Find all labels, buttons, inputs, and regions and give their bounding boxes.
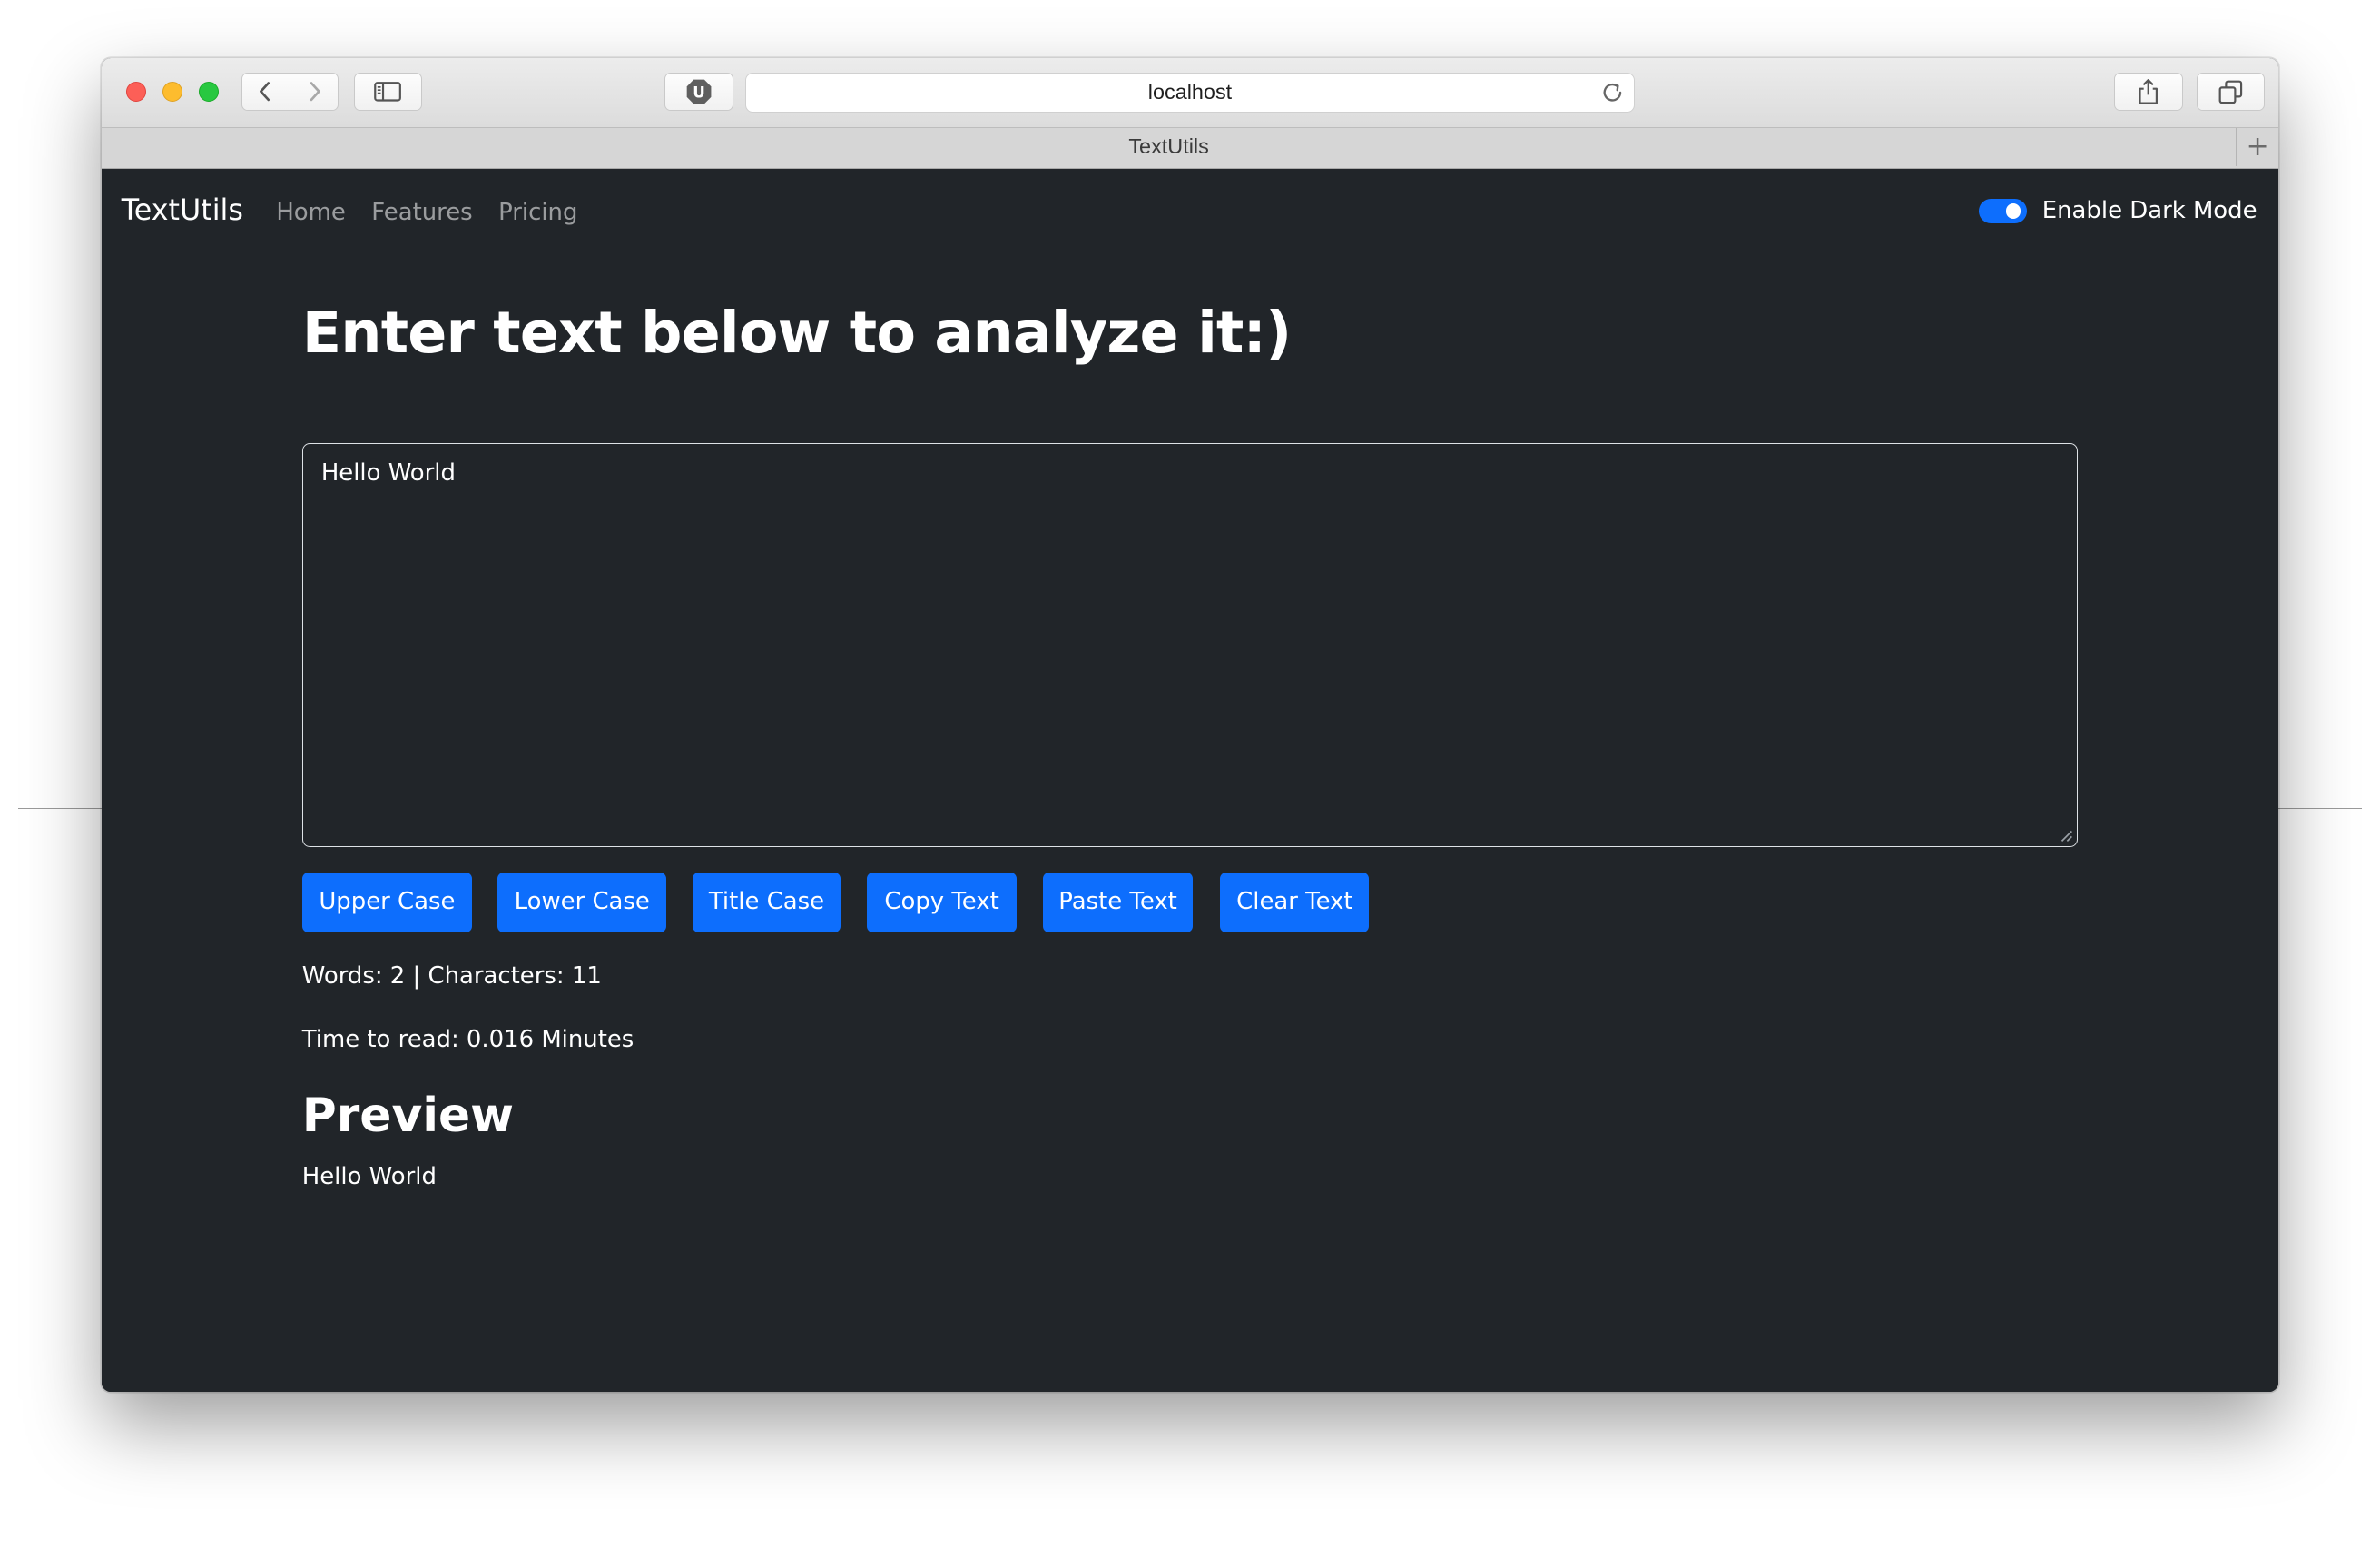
browser-window: U localhost TextUtils + TextUtils Home F… [102,57,2278,1393]
forward-button[interactable] [290,74,338,109]
switch-knob [2005,203,2021,219]
extension-letter: U [693,84,705,102]
address-bar[interactable]: localhost [745,73,1635,113]
back-button[interactable] [242,74,290,109]
dark-mode-switch[interactable] [1978,198,2028,223]
tab-title[interactable]: TextUtils [102,128,2236,166]
new-tab-button[interactable]: + [2236,128,2278,167]
read-time: Time to read: 0.016 Minutes [301,1026,634,1054]
history-nav-group [241,73,339,112]
chevron-left-icon [260,82,270,102]
dark-mode-toggle[interactable]: Enable Dark Mode [1978,197,2257,224]
share-icon [2139,79,2159,104]
navbar-links: Home Features Pricing [276,199,604,226]
text-summary: Words: 2 | Characters: 11 [301,962,602,991]
nav-link-features[interactable]: Features [371,199,472,226]
page-title: Enter text below to analyze it:) [301,299,1292,367]
reload-icon [1603,83,1622,102]
address-url: localhost [1147,80,1233,104]
minimize-window-button[interactable] [162,82,182,103]
screen: U localhost TextUtils + TextUtils Home F… [0,0,2380,1558]
title-case-button[interactable]: Title Case [692,873,841,932]
zoom-window-button[interactable] [199,82,220,103]
background-line-left [18,807,103,810]
extension-button[interactable]: U [664,73,733,112]
extension-icon: U [686,79,712,104]
browser-toolbar: U localhost [102,57,2278,128]
nav-link-home[interactable]: Home [276,199,346,226]
text-input-area[interactable]: Hello World [301,443,2079,848]
navbar-brand[interactable]: TextUtils [122,194,243,227]
paste-text-button[interactable]: Paste Text [1042,873,1194,932]
page-content: TextUtils Home Features Pricing Enable D… [102,168,2278,1393]
sidebar-icon [374,82,402,102]
reload-button[interactable] [1600,80,1625,111]
clear-text-button[interactable]: Clear Text [1220,873,1370,932]
nav-link-pricing[interactable]: Pricing [498,199,577,226]
share-button[interactable] [2114,73,2183,112]
tabs-overview-icon [2218,80,2243,104]
preview-heading: Preview [301,1088,515,1143]
preview-text: Hello World [301,1162,437,1190]
sidebar-toggle-button[interactable] [353,73,422,112]
close-window-button[interactable] [125,82,146,103]
chevron-right-icon [310,82,320,102]
resize-grip-icon[interactable] [2060,829,2073,843]
plus-icon: + [2246,131,2269,163]
background-line-right [2277,807,2362,810]
tab-bar: TextUtils + [102,127,2278,169]
dark-mode-label[interactable]: Enable Dark Mode [2042,197,2257,224]
lower-case-button[interactable]: Lower Case [497,873,667,932]
copy-text-button[interactable]: Copy Text [866,873,1018,932]
tab-overview-button[interactable] [2196,73,2265,112]
upper-case-button[interactable]: Upper Case [301,873,473,932]
